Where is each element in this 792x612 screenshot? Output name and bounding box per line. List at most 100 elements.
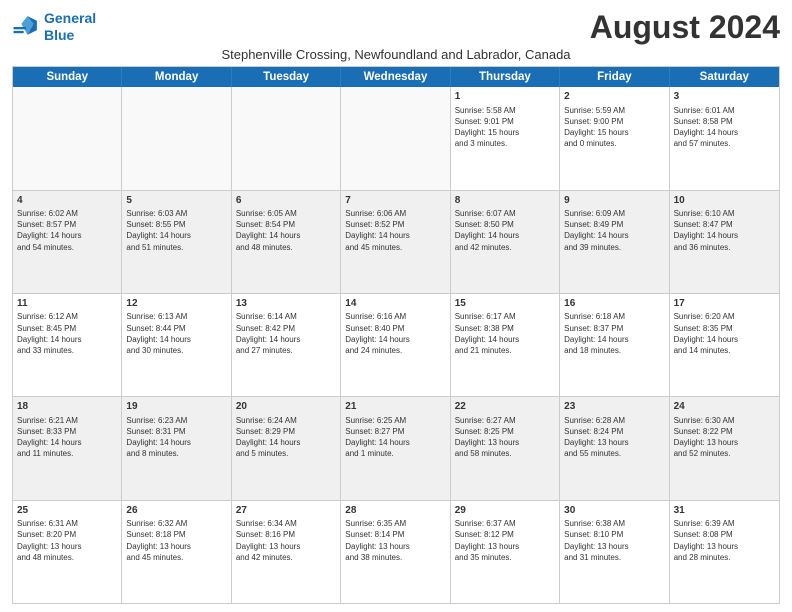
header-sunday: Sunday (13, 67, 122, 87)
cell-info-10: Sunrise: 6:10 AM Sunset: 8:47 PM Dayligh… (674, 208, 775, 253)
cal-row-2: 11Sunrise: 6:12 AM Sunset: 8:45 PM Dayli… (13, 293, 779, 396)
cell-info-18: Sunrise: 6:21 AM Sunset: 8:33 PM Dayligh… (17, 415, 117, 460)
day-number-28: 28 (345, 504, 445, 518)
cell-info-17: Sunrise: 6:20 AM Sunset: 8:35 PM Dayligh… (674, 311, 775, 356)
cell-info-21: Sunrise: 6:25 AM Sunset: 8:27 PM Dayligh… (345, 415, 445, 460)
day-number-21: 21 (345, 400, 445, 414)
cal-cell-6: 6Sunrise: 6:05 AM Sunset: 8:54 PM Daylig… (232, 191, 341, 293)
header-monday: Monday (122, 67, 231, 87)
cal-cell-23: 23Sunrise: 6:28 AM Sunset: 8:24 PM Dayli… (560, 397, 669, 499)
page: General Blue August 2024 Stephenville Cr… (0, 0, 792, 612)
cal-row-1: 4Sunrise: 6:02 AM Sunset: 8:57 PM Daylig… (13, 190, 779, 293)
cal-cell-22: 22Sunrise: 6:27 AM Sunset: 8:25 PM Dayli… (451, 397, 560, 499)
day-number-10: 10 (674, 194, 775, 208)
cal-cell-5: 5Sunrise: 6:03 AM Sunset: 8:55 PM Daylig… (122, 191, 231, 293)
day-number-2: 2 (564, 90, 664, 104)
cal-cell-28: 28Sunrise: 6:35 AM Sunset: 8:14 PM Dayli… (341, 501, 450, 603)
cal-cell-14: 14Sunrise: 6:16 AM Sunset: 8:40 PM Dayli… (341, 294, 450, 396)
cell-info-26: Sunrise: 6:32 AM Sunset: 8:18 PM Dayligh… (126, 518, 226, 563)
calendar-header: Sunday Monday Tuesday Wednesday Thursday… (13, 67, 779, 87)
cell-info-27: Sunrise: 6:34 AM Sunset: 8:16 PM Dayligh… (236, 518, 336, 563)
cal-cell-16: 16Sunrise: 6:18 AM Sunset: 8:37 PM Dayli… (560, 294, 669, 396)
day-number-8: 8 (455, 194, 555, 208)
cal-cell-empty-0-0 (13, 87, 122, 189)
cal-cell-12: 12Sunrise: 6:13 AM Sunset: 8:44 PM Dayli… (122, 294, 231, 396)
day-number-27: 27 (236, 504, 336, 518)
cell-info-23: Sunrise: 6:28 AM Sunset: 8:24 PM Dayligh… (564, 415, 664, 460)
cal-cell-30: 30Sunrise: 6:38 AM Sunset: 8:10 PM Dayli… (560, 501, 669, 603)
logo-icon (12, 13, 40, 41)
day-number-31: 31 (674, 504, 775, 518)
cal-cell-empty-0-3 (341, 87, 450, 189)
cal-cell-9: 9Sunrise: 6:09 AM Sunset: 8:49 PM Daylig… (560, 191, 669, 293)
cell-info-12: Sunrise: 6:13 AM Sunset: 8:44 PM Dayligh… (126, 311, 226, 356)
cal-cell-17: 17Sunrise: 6:20 AM Sunset: 8:35 PM Dayli… (670, 294, 779, 396)
day-number-22: 22 (455, 400, 555, 414)
cal-cell-19: 19Sunrise: 6:23 AM Sunset: 8:31 PM Dayli… (122, 397, 231, 499)
title-block: August 2024 (590, 10, 780, 45)
day-number-1: 1 (455, 90, 555, 104)
header-tuesday: Tuesday (232, 67, 341, 87)
cell-info-15: Sunrise: 6:17 AM Sunset: 8:38 PM Dayligh… (455, 311, 555, 356)
cal-cell-25: 25Sunrise: 6:31 AM Sunset: 8:20 PM Dayli… (13, 501, 122, 603)
day-number-13: 13 (236, 297, 336, 311)
cal-row-0: 1Sunrise: 5:58 AM Sunset: 9:01 PM Daylig… (13, 87, 779, 189)
day-number-5: 5 (126, 194, 226, 208)
cell-info-19: Sunrise: 6:23 AM Sunset: 8:31 PM Dayligh… (126, 415, 226, 460)
cal-cell-empty-0-1 (122, 87, 231, 189)
cell-info-4: Sunrise: 6:02 AM Sunset: 8:57 PM Dayligh… (17, 208, 117, 253)
day-number-7: 7 (345, 194, 445, 208)
cal-cell-26: 26Sunrise: 6:32 AM Sunset: 8:18 PM Dayli… (122, 501, 231, 603)
cal-cell-15: 15Sunrise: 6:17 AM Sunset: 8:38 PM Dayli… (451, 294, 560, 396)
day-number-25: 25 (17, 504, 117, 518)
cell-info-28: Sunrise: 6:35 AM Sunset: 8:14 PM Dayligh… (345, 518, 445, 563)
day-number-19: 19 (126, 400, 226, 414)
day-number-24: 24 (674, 400, 775, 414)
cell-info-22: Sunrise: 6:27 AM Sunset: 8:25 PM Dayligh… (455, 415, 555, 460)
cell-info-3: Sunrise: 6:01 AM Sunset: 8:58 PM Dayligh… (674, 105, 775, 150)
cell-info-5: Sunrise: 6:03 AM Sunset: 8:55 PM Dayligh… (126, 208, 226, 253)
logo: General Blue (12, 10, 96, 44)
cal-cell-1: 1Sunrise: 5:58 AM Sunset: 9:01 PM Daylig… (451, 87, 560, 189)
cell-info-1: Sunrise: 5:58 AM Sunset: 9:01 PM Dayligh… (455, 105, 555, 150)
cal-cell-11: 11Sunrise: 6:12 AM Sunset: 8:45 PM Dayli… (13, 294, 122, 396)
cal-cell-18: 18Sunrise: 6:21 AM Sunset: 8:33 PM Dayli… (13, 397, 122, 499)
cell-info-30: Sunrise: 6:38 AM Sunset: 8:10 PM Dayligh… (564, 518, 664, 563)
day-number-11: 11 (17, 297, 117, 311)
cal-cell-2: 2Sunrise: 5:59 AM Sunset: 9:00 PM Daylig… (560, 87, 669, 189)
cal-cell-29: 29Sunrise: 6:37 AM Sunset: 8:12 PM Dayli… (451, 501, 560, 603)
day-number-9: 9 (564, 194, 664, 208)
logo-line1: General (44, 10, 96, 26)
month-year: August 2024 (590, 10, 780, 45)
cal-cell-13: 13Sunrise: 6:14 AM Sunset: 8:42 PM Dayli… (232, 294, 341, 396)
cal-cell-24: 24Sunrise: 6:30 AM Sunset: 8:22 PM Dayli… (670, 397, 779, 499)
cell-info-2: Sunrise: 5:59 AM Sunset: 9:00 PM Dayligh… (564, 105, 664, 150)
day-number-4: 4 (17, 194, 117, 208)
cell-info-24: Sunrise: 6:30 AM Sunset: 8:22 PM Dayligh… (674, 415, 775, 460)
header-saturday: Saturday (670, 67, 779, 87)
day-number-6: 6 (236, 194, 336, 208)
cell-info-16: Sunrise: 6:18 AM Sunset: 8:37 PM Dayligh… (564, 311, 664, 356)
header-friday: Friday (560, 67, 669, 87)
day-number-17: 17 (674, 297, 775, 311)
day-number-23: 23 (564, 400, 664, 414)
header-wednesday: Wednesday (341, 67, 450, 87)
cal-cell-10: 10Sunrise: 6:10 AM Sunset: 8:47 PM Dayli… (670, 191, 779, 293)
cal-cell-31: 31Sunrise: 6:39 AM Sunset: 8:08 PM Dayli… (670, 501, 779, 603)
day-number-16: 16 (564, 297, 664, 311)
cell-info-8: Sunrise: 6:07 AM Sunset: 8:50 PM Dayligh… (455, 208, 555, 253)
cal-cell-3: 3Sunrise: 6:01 AM Sunset: 8:58 PM Daylig… (670, 87, 779, 189)
cal-cell-7: 7Sunrise: 6:06 AM Sunset: 8:52 PM Daylig… (341, 191, 450, 293)
cal-cell-20: 20Sunrise: 6:24 AM Sunset: 8:29 PM Dayli… (232, 397, 341, 499)
cal-cell-21: 21Sunrise: 6:25 AM Sunset: 8:27 PM Dayli… (341, 397, 450, 499)
cell-info-9: Sunrise: 6:09 AM Sunset: 8:49 PM Dayligh… (564, 208, 664, 253)
logo-line2: Blue (44, 27, 74, 43)
subtitle: Stephenville Crossing, Newfoundland and … (12, 47, 780, 62)
day-number-30: 30 (564, 504, 664, 518)
cell-info-29: Sunrise: 6:37 AM Sunset: 8:12 PM Dayligh… (455, 518, 555, 563)
day-number-3: 3 (674, 90, 775, 104)
cal-cell-empty-0-2 (232, 87, 341, 189)
day-number-14: 14 (345, 297, 445, 311)
cal-row-3: 18Sunrise: 6:21 AM Sunset: 8:33 PM Dayli… (13, 396, 779, 499)
header: General Blue August 2024 (12, 10, 780, 45)
